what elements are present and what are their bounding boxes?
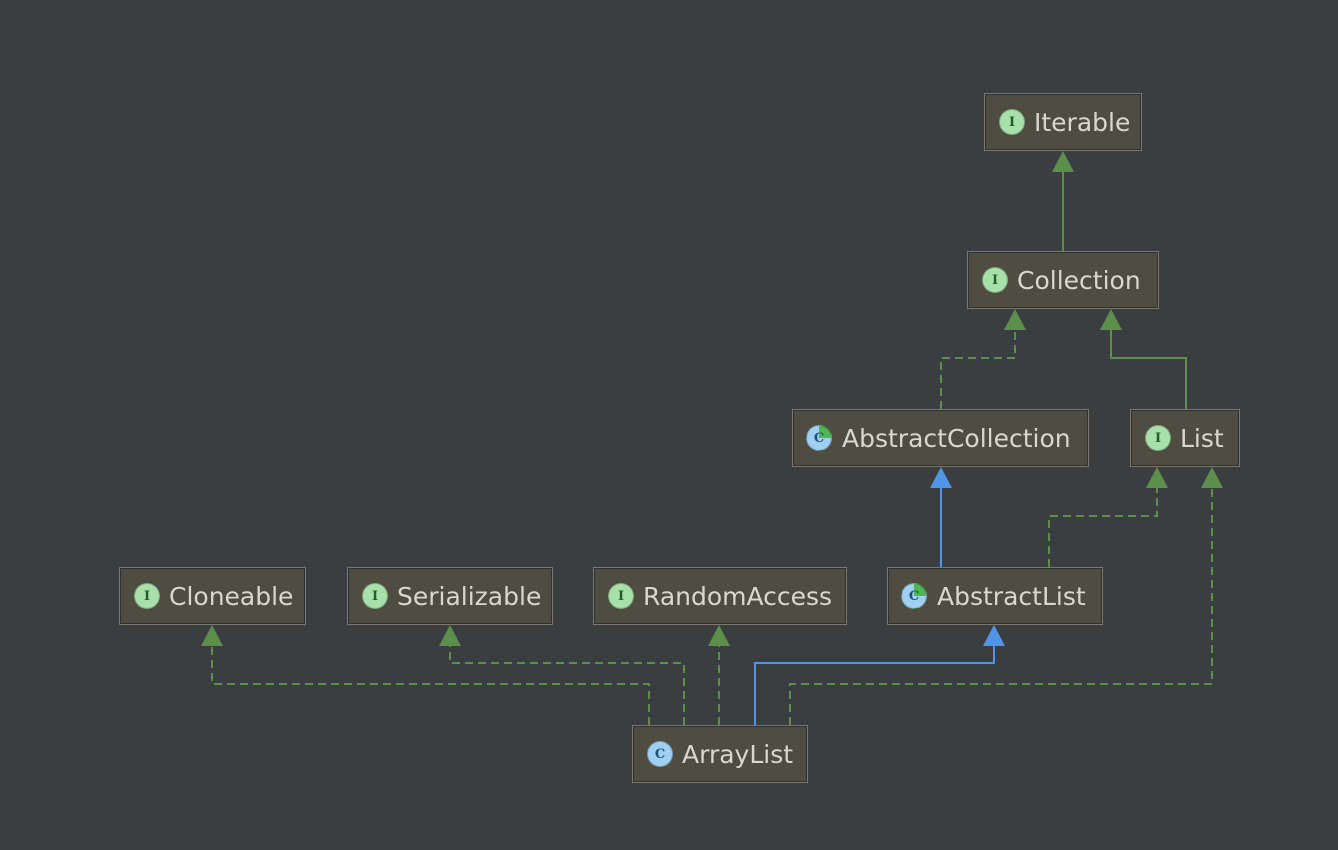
node-label: ArrayList bbox=[682, 740, 794, 769]
node-label: Collection bbox=[1017, 266, 1141, 295]
edge-list-to-collection bbox=[1100, 309, 1187, 409]
edge-abstractlist-to-list bbox=[1048, 467, 1168, 567]
edge-abstractlist-to-abstractcollection bbox=[930, 467, 952, 567]
node-abstractlist[interactable]: C AbstractList bbox=[887, 567, 1103, 625]
node-iterable[interactable]: I Iterable bbox=[984, 93, 1142, 151]
node-cloneable[interactable]: I Cloneable bbox=[119, 567, 306, 625]
node-abstractcollection[interactable]: C AbstractCollection bbox=[792, 409, 1089, 467]
node-list[interactable]: I List bbox=[1130, 409, 1240, 467]
abstract-class-icon: C bbox=[806, 425, 832, 451]
node-label: Serializable bbox=[397, 582, 542, 611]
node-arraylist[interactable]: C ArrayList bbox=[632, 725, 808, 783]
node-label: RandomAccess bbox=[643, 582, 833, 611]
edge-arraylist-to-randomaccess bbox=[708, 625, 730, 725]
edge-arraylist-to-abstractlist bbox=[754, 625, 1005, 725]
interface-icon: I bbox=[608, 583, 634, 609]
interface-icon: I bbox=[134, 583, 160, 609]
node-serializable[interactable]: I Serializable bbox=[347, 567, 553, 625]
edge-collection-to-iterable bbox=[1052, 151, 1074, 251]
abstract-class-icon: C bbox=[901, 583, 927, 609]
uml-class-diagram: I Iterable I Collection C AbstractCollec… bbox=[0, 0, 1338, 850]
edge-arraylist-to-cloneable bbox=[201, 625, 650, 725]
interface-icon: I bbox=[1145, 425, 1171, 451]
class-icon: C bbox=[647, 741, 673, 767]
interface-icon: I bbox=[362, 583, 388, 609]
interface-icon: I bbox=[999, 109, 1025, 135]
node-label: AbstractCollection bbox=[842, 424, 1071, 453]
node-label: Cloneable bbox=[169, 582, 294, 611]
edge-arraylist-to-serializable bbox=[439, 625, 685, 725]
node-randomaccess[interactable]: I RandomAccess bbox=[593, 567, 847, 625]
node-label: AbstractList bbox=[937, 582, 1086, 611]
interface-icon: I bbox=[982, 267, 1008, 293]
node-label: List bbox=[1180, 424, 1224, 453]
edge-abstractcollection-to-collection bbox=[940, 309, 1026, 409]
node-collection[interactable]: I Collection bbox=[967, 251, 1159, 309]
node-label: Iterable bbox=[1034, 108, 1131, 137]
